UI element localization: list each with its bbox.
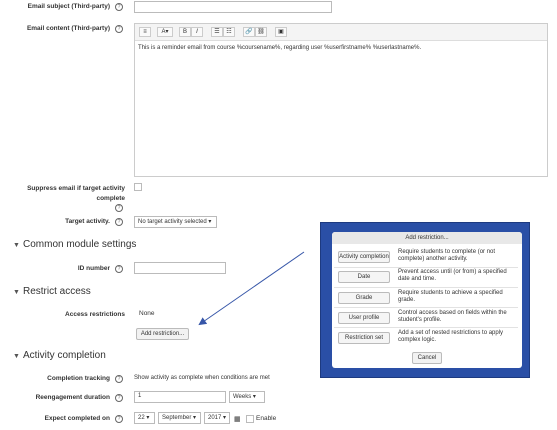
restriction-set-desc: Add a set of nested restrictions to appl… xyxy=(398,330,504,343)
activity-completion-desc: Require students to complete (or not com… xyxy=(398,249,496,262)
grade-desc: Require students to achieve a specified … xyxy=(398,290,503,303)
restriction-set-button[interactable]: Restriction set xyxy=(338,332,390,344)
date-button[interactable]: Date xyxy=(338,271,390,283)
grade-button[interactable]: Grade xyxy=(338,292,390,304)
dialog-title: Add restriction... xyxy=(332,232,522,244)
divider xyxy=(334,267,518,268)
cancel-button[interactable]: Cancel xyxy=(412,352,442,364)
divider xyxy=(334,307,518,308)
user-profile-button[interactable]: User profile xyxy=(338,312,390,324)
activity-completion-button[interactable]: Activity completion xyxy=(338,251,390,263)
divider xyxy=(334,327,518,328)
user-profile-desc: Control access based on fields within th… xyxy=(398,310,507,323)
divider xyxy=(334,287,518,288)
date-desc: Prevent access until (or from) a specifi… xyxy=(398,269,507,282)
